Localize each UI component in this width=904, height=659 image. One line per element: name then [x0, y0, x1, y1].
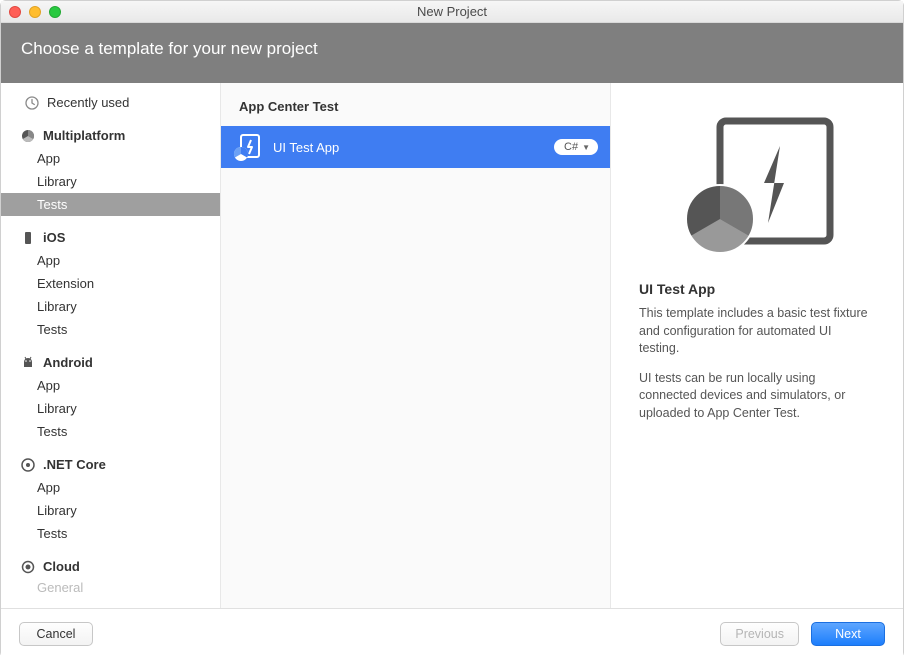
sidebar-item-android-app[interactable]: App — [1, 374, 220, 397]
sidebar-item-label: Tests — [37, 322, 67, 337]
next-label: Next — [835, 627, 861, 641]
next-button[interactable]: Next — [811, 622, 885, 646]
sidebar-item-cloud-general[interactable]: General — [37, 578, 220, 597]
sidebar-item-ios-extension[interactable]: Extension — [1, 272, 220, 295]
sidebar-item-recently-used[interactable]: Recently used — [1, 91, 220, 114]
sidebar-item-label: Library — [37, 503, 77, 518]
language-selector[interactable]: C# ▼ — [554, 139, 598, 155]
android-icon — [21, 356, 35, 370]
sidebar-item-multiplatform-tests[interactable]: Tests — [1, 193, 220, 216]
template-detail-pane: UI Test App This template includes a bas… — [611, 83, 903, 608]
sidebar-item-label: Tests — [37, 197, 67, 212]
sidebar-item-netcore-app[interactable]: App — [1, 476, 220, 499]
sidebar-item-ios-tests[interactable]: Tests — [1, 318, 220, 341]
template-item-ui-test-app[interactable]: UI Test App C# ▼ — [221, 126, 610, 168]
page-banner: Choose a template for your new project — [1, 23, 903, 83]
sidebar-item-netcore-library[interactable]: Library — [1, 499, 220, 522]
detail-description-2: UI tests can be run locally using connec… — [639, 370, 875, 423]
template-group-heading: App Center Test — [221, 93, 610, 126]
sidebar-item-label: Extension — [37, 276, 94, 291]
sidebar-item-ios-library[interactable]: Library — [1, 295, 220, 318]
sidebar-item-android-tests[interactable]: Tests — [1, 420, 220, 443]
netcore-icon — [21, 458, 35, 472]
dialog-footer: Cancel Previous Next — [1, 609, 903, 659]
sidebar-item-label: App — [37, 253, 60, 268]
sidebar-item-android-library[interactable]: Library — [1, 397, 220, 420]
sidebar-category-netcore[interactable]: .NET Core — [1, 453, 220, 476]
sidebar-category-android[interactable]: Android — [1, 351, 220, 374]
cancel-button[interactable]: Cancel — [19, 622, 93, 646]
previous-label: Previous — [735, 627, 784, 641]
zoom-window-button[interactable] — [49, 6, 61, 18]
multiplatform-icon — [21, 129, 35, 143]
window-title: New Project — [1, 4, 903, 19]
sidebar-category-label: iOS — [43, 230, 65, 245]
sidebar-item-label: General — [37, 580, 83, 595]
sidebar-item-label: Tests — [37, 424, 67, 439]
sidebar-category-label: Android — [43, 355, 93, 370]
window-controls — [9, 6, 61, 18]
sidebar-item-label: App — [37, 151, 60, 166]
sidebar-category-label: .NET Core — [43, 457, 106, 472]
minimize-window-button[interactable] — [29, 6, 41, 18]
sidebar-category-cloud[interactable]: Cloud — [1, 555, 220, 578]
sidebar-item-label: Tests — [37, 526, 67, 541]
ios-icon — [21, 231, 35, 245]
sidebar-item-multiplatform-library[interactable]: Library — [1, 170, 220, 193]
template-label: UI Test App — [273, 140, 544, 155]
sidebar-item-label: Recently used — [47, 95, 129, 110]
titlebar: New Project — [1, 1, 903, 23]
language-label: C# — [564, 141, 578, 153]
main-content: Recently used Multiplatform App Library … — [1, 83, 903, 609]
sidebar-item-label: Library — [37, 174, 77, 189]
clock-icon — [25, 96, 39, 110]
page-title: Choose a template for your new project — [21, 39, 318, 59]
sidebar: Recently used Multiplatform App Library … — [1, 83, 221, 608]
sidebar-category-label: Cloud — [43, 559, 80, 574]
close-window-button[interactable] — [9, 6, 21, 18]
sidebar-item-netcore-tests[interactable]: Tests — [1, 522, 220, 545]
previous-button[interactable]: Previous — [720, 622, 799, 646]
cloud-icon — [21, 560, 35, 574]
template-icon — [233, 132, 263, 162]
detail-description-1: This template includes a basic test fixt… — [639, 305, 875, 358]
detail-title: UI Test App — [639, 281, 715, 297]
sidebar-category-multiplatform[interactable]: Multiplatform — [1, 124, 220, 147]
template-illustration — [672, 111, 842, 261]
chevron-down-icon: ▼ — [582, 143, 590, 152]
cancel-label: Cancel — [37, 627, 76, 641]
template-list-pane: App Center Test UI Test App C# ▼ — [221, 83, 611, 608]
sidebar-item-multiplatform-app[interactable]: App — [1, 147, 220, 170]
sidebar-category-label: Multiplatform — [43, 128, 125, 143]
sidebar-item-label: Library — [37, 401, 77, 416]
sidebar-item-label: App — [37, 378, 60, 393]
sidebar-item-ios-app[interactable]: App — [1, 249, 220, 272]
sidebar-item-label: Library — [37, 299, 77, 314]
sidebar-category-ios[interactable]: iOS — [1, 226, 220, 249]
sidebar-item-label: App — [37, 480, 60, 495]
